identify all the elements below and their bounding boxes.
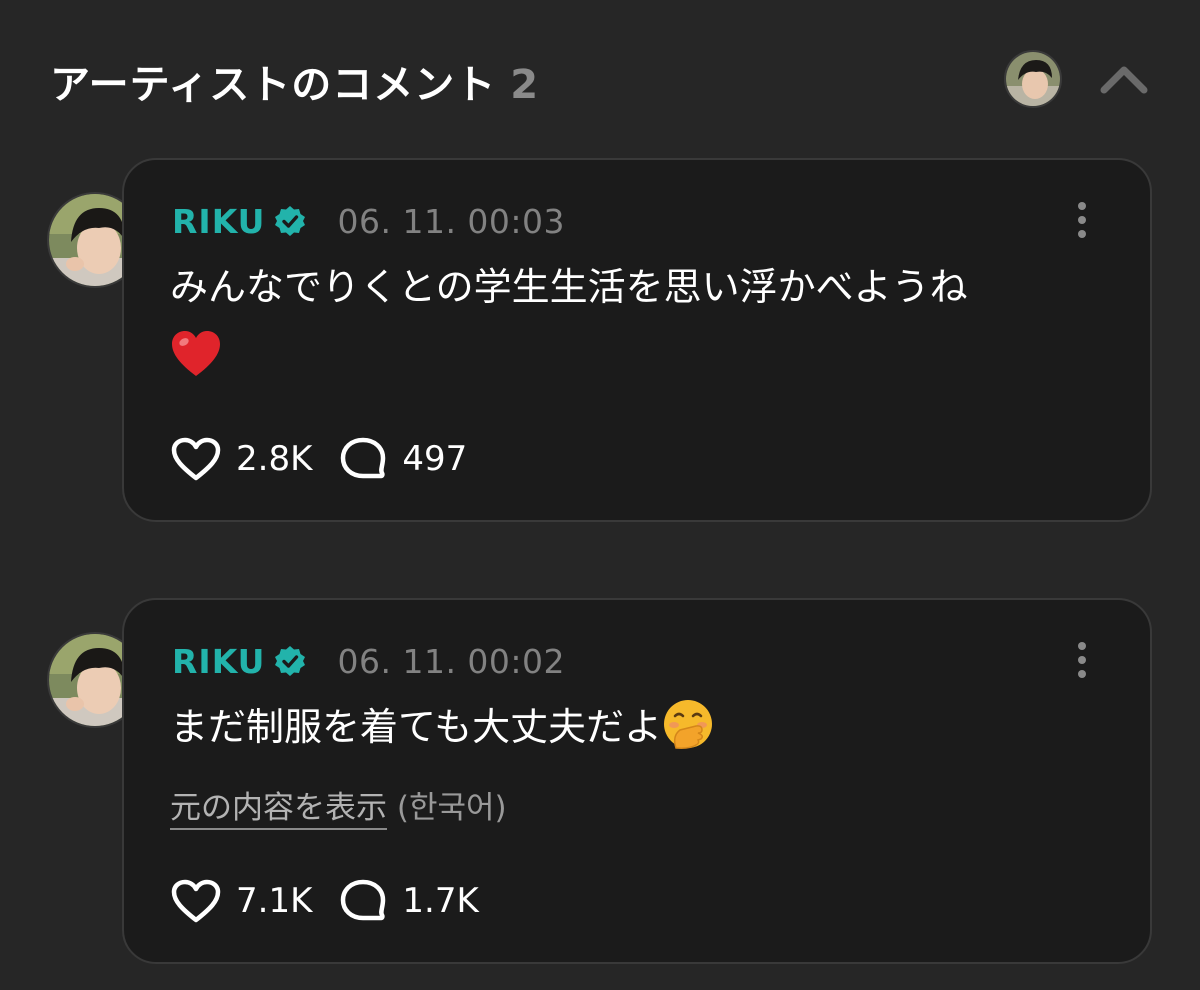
comment-meta: RIKU 06. 11. 00:02 [172, 638, 565, 684]
more-vertical-icon [1078, 202, 1086, 238]
verified-badge-icon [275, 206, 306, 236]
comment-card: RIKU 06. 11. 00:02 まだ制服を着ても大丈夫だよ 元の内容を表示… [122, 598, 1152, 964]
reply-count: 497 [402, 439, 468, 479]
heart-icon [171, 437, 221, 481]
reply-button[interactable]: 1.7K [338, 878, 479, 924]
chevron-up-icon [1100, 66, 1148, 94]
section-header: アーティストのコメント 2 [0, 0, 1200, 158]
comment-body: みんなでりくとの学生生活を思い浮かべようね [170, 265, 968, 309]
section-title: アーティストのコメント 2 [50, 52, 539, 110]
comment-actions: 2.8K 497 [170, 434, 493, 484]
comment-text: みんなでりくとの学生生活を思い浮かべようね [170, 256, 1070, 380]
verified-badge-icon [275, 646, 306, 676]
comment-card: RIKU 06. 11. 00:03 みんなでりくとの学生生活を思い浮かべようね [122, 158, 1152, 522]
comment-body: まだ制服を着ても大丈夫だよ [170, 705, 663, 749]
comment-timestamp: 06. 11. 00:03 [337, 201, 566, 241]
artist-comments-panel: アーティストのコメント 2 RIKU 06. 11. 00:03 みんなでりくと… [0, 0, 1200, 990]
original-language: (한국어) [396, 790, 507, 826]
comment-item: RIKU 06. 11. 00:02 まだ制服を着ても大丈夫だよ 元の内容を表示… [0, 598, 1200, 964]
red-heart-emoji [172, 330, 220, 376]
author-name[interactable]: RIKU [172, 202, 265, 241]
reply-count: 1.7K [402, 881, 479, 921]
like-count: 2.8K [236, 439, 313, 479]
section-title-label: アーティストのコメント [50, 62, 497, 108]
show-original-link[interactable]: 元の内容を表示 [170, 790, 387, 830]
more-options-button[interactable] [1070, 200, 1094, 240]
reply-button[interactable]: 497 [338, 436, 467, 482]
more-options-button[interactable] [1070, 640, 1094, 680]
comment-count: 2 [510, 62, 540, 108]
collapse-button[interactable] [1096, 56, 1152, 100]
comment-item: RIKU 06. 11. 00:03 みんなでりくとの学生生活を思い浮かべようね [0, 158, 1200, 522]
comment-bubble-icon [341, 437, 386, 479]
more-vertical-icon [1078, 642, 1086, 678]
like-button[interactable]: 7.1K [170, 878, 312, 924]
face-with-hand-over-mouth-emoji [664, 700, 713, 749]
comment-bubble-icon [341, 879, 386, 921]
author-name[interactable]: RIKU [172, 642, 265, 681]
like-count: 7.1K [236, 881, 313, 921]
heart-icon [171, 879, 221, 923]
comment-text: まだ制服を着ても大丈夫だよ [170, 696, 1070, 758]
artist-avatar-small[interactable] [1004, 50, 1062, 108]
translation-row: 元の内容を表示 (한국어) [170, 782, 507, 830]
comment-meta: RIKU 06. 11. 00:03 [172, 198, 565, 244]
comment-timestamp: 06. 11. 00:02 [337, 641, 566, 681]
like-button[interactable]: 2.8K [170, 436, 312, 482]
comment-actions: 7.1K 1.7K [170, 876, 505, 926]
